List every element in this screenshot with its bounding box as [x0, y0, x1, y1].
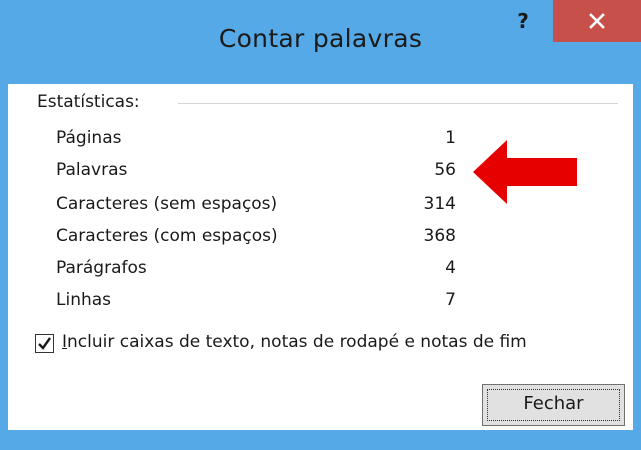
- stat-label: Caracteres (com espaços): [56, 226, 278, 246]
- stat-label: Parágrafos: [56, 258, 147, 278]
- stat-row-characters-with-spaces: Caracteres (com espaços) 368: [56, 226, 456, 254]
- stat-label: Caracteres (sem espaços): [56, 194, 278, 214]
- stat-value: 314: [423, 194, 456, 214]
- focus-rectangle: [487, 389, 620, 421]
- stat-value: 7: [445, 290, 456, 310]
- stat-row-pages: Páginas 1: [56, 128, 456, 156]
- stat-value: 1: [445, 128, 456, 148]
- group-divider: [178, 103, 618, 104]
- stat-row-words: Palavras 56: [56, 160, 456, 188]
- stat-value: 56: [434, 160, 456, 180]
- include-textboxes-label[interactable]: Incluir caixas de texto, notas de rodapé…: [62, 332, 527, 352]
- stat-label: Linhas: [56, 290, 112, 310]
- close-icon: [589, 13, 605, 29]
- red-arrow-left-icon: [473, 140, 577, 204]
- stat-row-characters-no-spaces: Caracteres (sem espaços) 314: [56, 194, 456, 222]
- stat-value: 368: [423, 226, 456, 246]
- stat-row-paragraphs: Parágrafos 4: [56, 258, 456, 286]
- stat-row-lines: Linhas 7: [56, 290, 456, 318]
- stat-label: Palavras: [56, 160, 128, 180]
- statistics-group-label: Estatísticas:: [37, 92, 146, 112]
- close-window-button[interactable]: [553, 0, 641, 42]
- dialog-body: Estatísticas: Páginas 1 Palavras 56 Cara…: [8, 84, 633, 430]
- checkmark-icon: [38, 337, 51, 350]
- close-button[interactable]: Fechar: [482, 384, 625, 426]
- stat-value: 4: [445, 258, 456, 278]
- help-button[interactable]: ?: [503, 4, 543, 38]
- window-bottom-border: [0, 430, 641, 450]
- include-textboxes-checkbox[interactable]: [35, 334, 54, 353]
- stat-label: Páginas: [56, 128, 122, 148]
- word-count-dialog: Contar palavras ? Estatísticas: Páginas …: [0, 0, 641, 450]
- title-bar[interactable]: Contar palavras ?: [0, 0, 641, 84]
- label-text: ncluir caixas de texto, notas de rodapé …: [67, 332, 527, 352]
- dialog-title: Contar palavras: [218, 24, 423, 53]
